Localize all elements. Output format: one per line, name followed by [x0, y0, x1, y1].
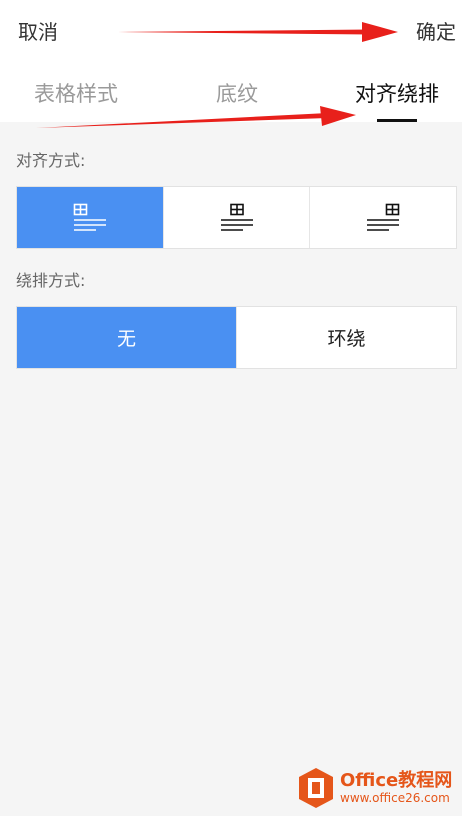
alignment-label: 对齐方式:: [16, 151, 86, 170]
cancel-button[interactable]: 取消: [18, 18, 58, 46]
wrap-segmented-control: 无 环绕: [16, 306, 457, 369]
confirm-button[interactable]: 确定: [416, 18, 456, 46]
tab-shading[interactable]: 底纹: [216, 80, 258, 108]
align-left-button[interactable]: [17, 187, 163, 248]
wrap-label: 绕排方式:: [16, 271, 86, 290]
align-right-icon: [367, 203, 400, 231]
align-center-icon: [220, 203, 253, 231]
align-right-button[interactable]: [309, 187, 456, 248]
office-logo-icon: [299, 768, 333, 808]
watermark-logo: Office教程网 www.office26.com: [296, 766, 452, 810]
alignment-segmented-control: [16, 186, 457, 249]
top-bar: 取消 确定 表格样式 底纹 对齐绕排: [0, 0, 462, 122]
align-center-button[interactable]: [162, 187, 310, 248]
wrap-around-button[interactable]: 环绕: [236, 307, 456, 368]
wrap-around-label: 环绕: [327, 328, 366, 350]
tab-table-style[interactable]: 表格样式: [34, 80, 118, 108]
align-left-icon: [73, 203, 106, 231]
wrap-none-button[interactable]: 无: [17, 307, 236, 368]
watermark-title: Office教程网: [340, 770, 453, 791]
active-tab-indicator: [377, 119, 417, 122]
watermark-url: www.office26.com: [340, 791, 450, 805]
tab-align-wrap[interactable]: 对齐绕排: [355, 80, 439, 108]
wrap-none-label: 无: [116, 328, 136, 350]
